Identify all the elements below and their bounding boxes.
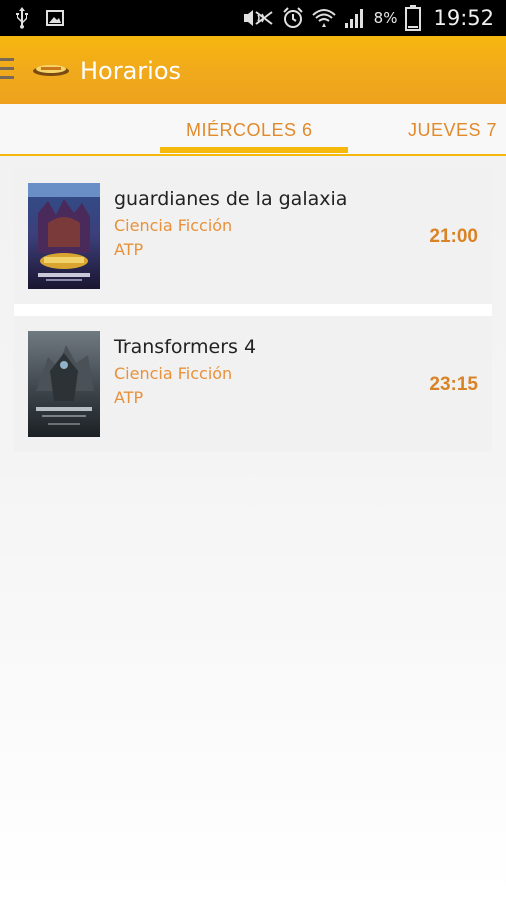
alarm-icon [282, 7, 304, 29]
image-icon [46, 10, 64, 26]
page-title: Horarios [80, 57, 182, 85]
movie-title: Transformers 4 [114, 336, 257, 358]
movie-poster [28, 183, 100, 289]
battery-icon [405, 5, 422, 31]
usb-icon [14, 7, 30, 29]
signal-icon [344, 7, 366, 29]
movie-showtime: 21:00 [429, 226, 478, 247]
wifi-icon [311, 7, 336, 29]
movie-title: guardianes de la galaxia [114, 188, 348, 210]
movie-list-item[interactable]: guardianes de la galaxia Ciencia Ficción… [14, 168, 492, 304]
movie-poster [28, 331, 100, 437]
tab-miercoles[interactable]: MIÉRCOLES 6 [186, 120, 313, 141]
action-bar: Horarios [0, 36, 506, 104]
tab-underline [0, 154, 506, 156]
movie-genre: Ciencia Ficción [114, 364, 233, 383]
movie-rating: ATP [114, 240, 144, 259]
mute-icon [242, 8, 274, 28]
status-bar-right: 8% 19:52 [242, 4, 494, 32]
movie-rating: ATP [114, 388, 144, 407]
battery-percentage: 8% [373, 9, 398, 27]
movie-list-item[interactable]: Transformers 4 Ciencia Ficción ATP 23:15 [14, 316, 492, 452]
status-bar-left [14, 6, 64, 30]
status-bar: 8% 19:52 [0, 0, 506, 36]
status-clock: 19:52 [433, 6, 494, 30]
movie-genre: Ciencia Ficción [114, 216, 233, 235]
tab-jueves[interactable]: JUEVES 7 [408, 120, 497, 141]
tab-active-indicator [160, 147, 348, 153]
menu-icon[interactable] [0, 58, 14, 82]
day-tabs: MIÉRCOLES 6 JUEVES 7 [0, 104, 506, 156]
app-logo-icon[interactable] [32, 62, 70, 82]
movie-showtime: 23:15 [429, 374, 478, 395]
